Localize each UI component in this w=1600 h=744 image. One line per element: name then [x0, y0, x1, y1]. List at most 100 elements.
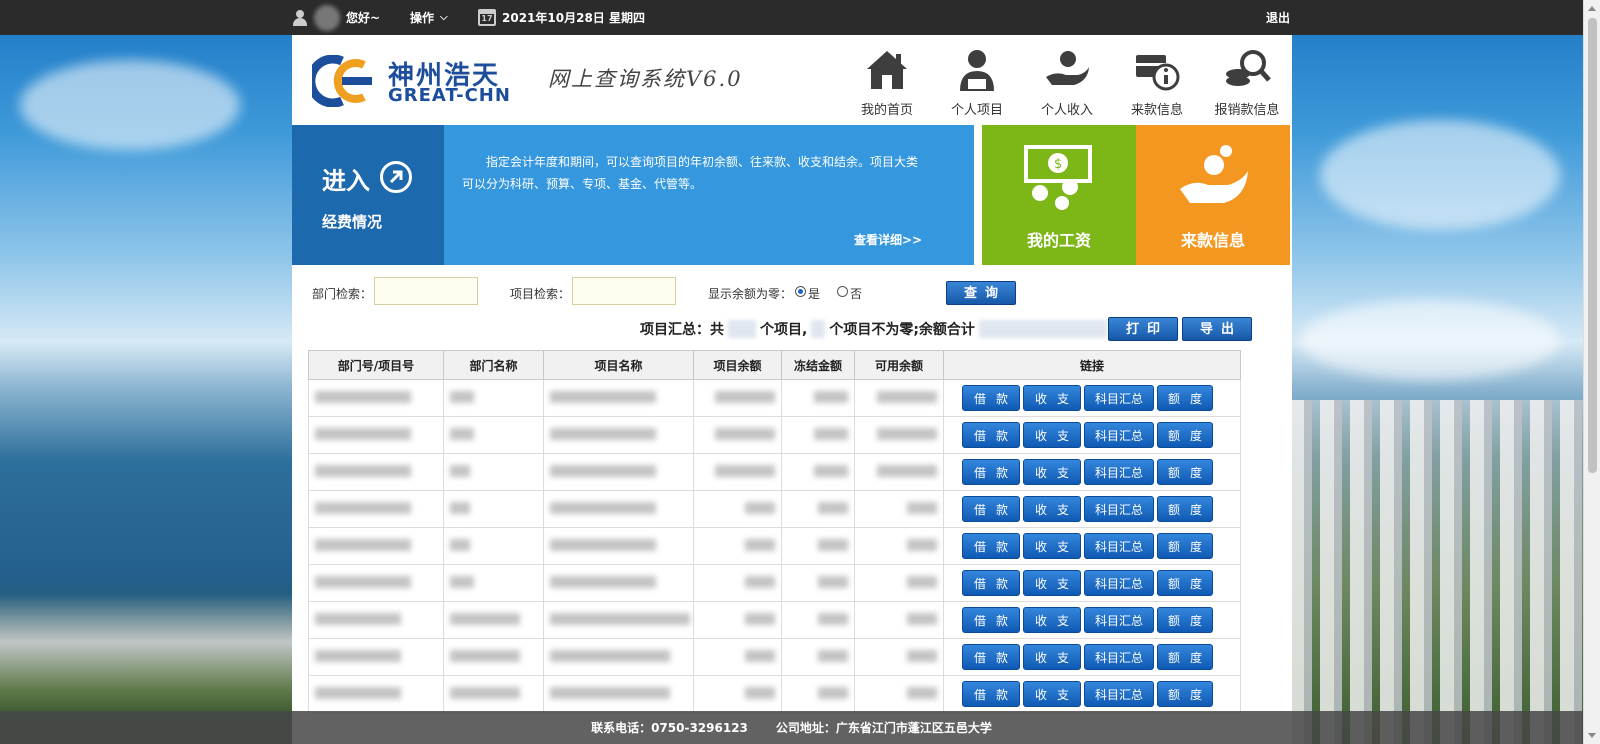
quota-button[interactable]: 额度 [1157, 496, 1213, 522]
page-scrollbar[interactable] [1583, 0, 1600, 744]
redacted-value [315, 649, 401, 662]
loan-button[interactable]: 借款 [962, 422, 1020, 448]
loan-button[interactable]: 借款 [962, 385, 1020, 411]
redacted-value [818, 538, 848, 551]
operate-menu[interactable]: 操作 ⌵ [410, 0, 448, 35]
income-expense-button[interactable]: 收支 [1023, 570, 1081, 596]
loan-button[interactable]: 借款 [962, 533, 1020, 559]
redacted-value [715, 464, 775, 477]
payment-info-tile[interactable]: 来款信息 [1136, 125, 1290, 265]
payment-info-label: 来款信息 [1180, 231, 1245, 250]
view-details-link[interactable]: 查看详细>> [854, 231, 922, 248]
row-action-group: 借款 收支 科目汇总 额度 [944, 459, 1240, 485]
subject-summary-button[interactable]: 科目汇总 [1084, 385, 1154, 411]
subject-summary-button[interactable]: 科目汇总 [1084, 459, 1154, 485]
income-expense-button[interactable]: 收支 [1023, 385, 1081, 411]
enter-subtitle: 经费情况 [322, 213, 383, 231]
quota-button[interactable]: 额度 [1157, 422, 1213, 448]
nav-label: 来款信息 [1130, 103, 1183, 118]
query-button[interactable]: 查询 [946, 281, 1016, 305]
enter-funds-tile[interactable]: 进入 经费情况 [292, 125, 444, 265]
quota-button[interactable]: 额度 [1157, 570, 1213, 596]
income-expense-button[interactable]: 收支 [1023, 422, 1081, 448]
redacted-value [450, 464, 470, 477]
subject-summary-button[interactable]: 科目汇总 [1084, 607, 1154, 633]
quota-button[interactable]: 额度 [1157, 459, 1213, 485]
table-cell [443, 416, 544, 454]
quota-button[interactable]: 额度 [1157, 681, 1213, 707]
nav-label: 我的首页 [860, 103, 913, 118]
logout-link[interactable]: 退出 [1266, 0, 1290, 35]
redacted-value [550, 538, 656, 551]
subject-summary-button[interactable]: 科目汇总 [1084, 496, 1154, 522]
export-button[interactable]: 导出 [1182, 317, 1252, 341]
avatar [314, 4, 340, 31]
table-cell [693, 416, 782, 454]
redacted-value [745, 612, 775, 625]
nav-personal-projects[interactable]: 个人项目 [932, 45, 1022, 120]
dept-search-input[interactable] [374, 277, 478, 305]
loan-button[interactable]: 借款 [962, 459, 1020, 485]
subject-summary-button[interactable]: 科目汇总 [1084, 570, 1154, 596]
redacted-value [315, 390, 411, 403]
income-expense-button[interactable]: 收支 [1023, 681, 1081, 707]
table-row: 借款 收支 科目汇总 额度 [308, 453, 1241, 491]
scroll-down-arrow-icon[interactable] [1588, 733, 1596, 738]
user-icon [292, 9, 308, 26]
quota-button[interactable]: 额度 [1157, 644, 1213, 670]
nav-home[interactable]: 我的首页 [842, 45, 932, 120]
subject-summary-button[interactable]: 科目汇总 [1084, 422, 1154, 448]
quota-button[interactable]: 额度 [1157, 607, 1213, 633]
loan-button[interactable]: 借款 [962, 607, 1020, 633]
table-cell [854, 564, 944, 602]
print-button[interactable]: 打印 [1108, 317, 1178, 341]
chevron-down-icon: ⌵ [440, 12, 448, 23]
loan-button[interactable]: 借款 [962, 570, 1020, 596]
nav-personal-income[interactable]: 个人收入 [1022, 45, 1112, 120]
scroll-thumb[interactable] [1588, 18, 1597, 473]
my-salary-tile[interactable]: $ 我的工资 [982, 125, 1136, 265]
scroll-up-arrow-icon[interactable] [1588, 6, 1596, 11]
income-expense-button[interactable]: 收支 [1023, 607, 1081, 633]
redacted-value [907, 649, 937, 662]
nav-payment-info[interactable]: 来款信息 [1112, 45, 1202, 120]
table-cell [543, 379, 694, 417]
table-cell [443, 564, 544, 602]
redacted-value [550, 612, 690, 625]
quota-button[interactable]: 额度 [1157, 533, 1213, 559]
summary-total-redacted [978, 320, 1107, 338]
background-city-right [1290, 400, 1600, 744]
income-expense-button[interactable]: 收支 [1023, 533, 1081, 559]
table-cell [543, 675, 694, 713]
svg-text:$: $ [1054, 157, 1062, 172]
loan-button[interactable]: 借款 [962, 681, 1020, 707]
table-cell-links: 借款 收支 科目汇总 额度 [943, 527, 1241, 565]
income-expense-button[interactable]: 收支 [1023, 496, 1081, 522]
subject-summary-button[interactable]: 科目汇总 [1084, 681, 1154, 707]
subject-summary-button[interactable]: 科目汇总 [1084, 533, 1154, 559]
redacted-value [877, 427, 937, 440]
radio-no[interactable] [837, 286, 848, 297]
nav-label: 个人项目 [950, 103, 1003, 118]
table-cell [543, 416, 694, 454]
redacted-value [550, 427, 656, 440]
table-cell [854, 675, 944, 713]
summary-nonzero-redacted [811, 320, 826, 338]
user-greeting[interactable]: 您好~ [292, 0, 380, 35]
nav-reimbursement-info[interactable]: 报销款信息 [1202, 45, 1292, 120]
table-cell [854, 416, 944, 454]
description-text: 指定会计年度和期间，可以查询项目的年初余额、往来款、收支和结余。项目大类可以分为… [462, 155, 919, 191]
income-expense-button[interactable]: 收支 [1023, 644, 1081, 670]
income-expense-button[interactable]: 收支 [1023, 459, 1081, 485]
header: 神州浩天 GREAT-CHN 网上查询系统V6.0 我的首页 个人项目 个人收入… [292, 35, 1292, 125]
project-search-input[interactable] [572, 277, 676, 305]
subject-summary-button[interactable]: 科目汇总 [1084, 644, 1154, 670]
redacted-value [315, 575, 411, 588]
redacted-value [745, 575, 775, 588]
radio-yes[interactable] [795, 286, 806, 297]
loan-button[interactable]: 借款 [962, 644, 1020, 670]
quota-button[interactable]: 额度 [1157, 385, 1213, 411]
table-cell [854, 527, 944, 565]
greeting-text: 您好~ [346, 11, 381, 25]
loan-button[interactable]: 借款 [962, 496, 1020, 522]
